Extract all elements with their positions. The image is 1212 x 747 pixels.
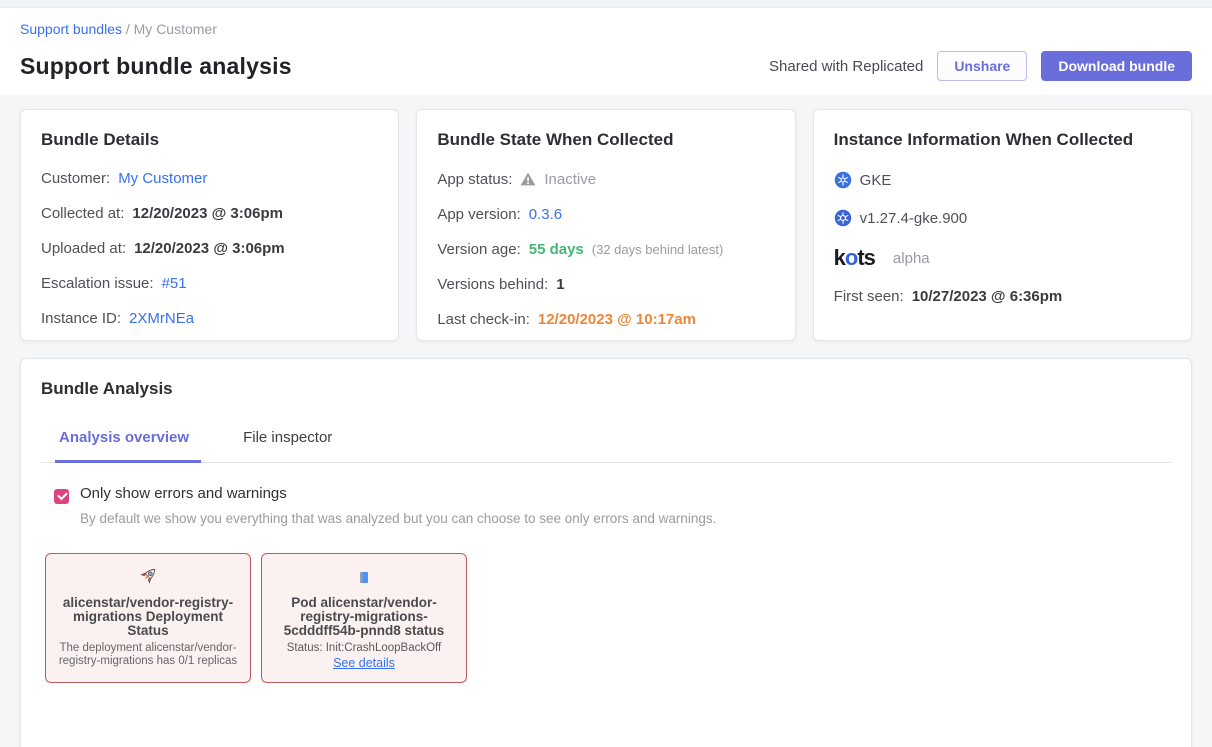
app-version-link[interactable]: 0.3.6 [529, 207, 562, 222]
version-age-value: 55 days [529, 242, 584, 257]
k8s-version-value: v1.27.4-gke.900 [860, 211, 968, 226]
bundle-state-card: Bundle State When Collected App status: … [416, 109, 795, 341]
bundle-analysis-title: Bundle Analysis [41, 379, 1171, 399]
app-status-row: App status: Inactive [437, 171, 774, 187]
top-strip [0, 0, 1212, 8]
result-status: Status: Init:CrashLoopBackOff [272, 642, 456, 654]
instance-id-label: Instance ID: [41, 311, 121, 326]
shared-status-text: Shared with Replicated [769, 58, 923, 75]
kots-logo: kots [834, 247, 875, 269]
version-age-label: Version age: [437, 242, 520, 257]
errors-warnings-checkbox[interactable] [54, 489, 69, 504]
result-card-pod-status[interactable]: Pod alicenstar/vendor-registry-migration… [261, 553, 467, 684]
instance-id-row: Instance ID: 2XMrNEa [41, 311, 378, 326]
first-seen-row: First seen: 10/27/2023 @ 6:36pm [834, 289, 1171, 304]
kubernetes-icon [834, 209, 852, 227]
analysis-results: alicenstar/vendor-registry-migrations De… [45, 553, 1171, 684]
k8s-version-row: v1.27.4-gke.900 [834, 209, 1171, 227]
kots-row: kots alpha [834, 247, 1171, 269]
kots-logo-o: o [845, 245, 857, 270]
collected-at-value: 12/20/2023 @ 3:06pm [132, 206, 283, 221]
last-checkin-label: Last check-in: [437, 312, 530, 327]
breadcrumb-support-bundles-link[interactable]: Support bundles [20, 21, 122, 37]
result-title: Pod alicenstar/vendor-registry-migration… [272, 596, 456, 639]
uploaded-at-row: Uploaded at: 12/20/2023 @ 3:06pm [41, 241, 378, 256]
collected-at-row: Collected at: 12/20/2023 @ 3:06pm [41, 206, 378, 221]
result-title: alicenstar/vendor-registry-migrations De… [56, 596, 240, 639]
customer-link[interactable]: My Customer [118, 171, 207, 186]
escalation-issue-link[interactable]: #51 [162, 276, 187, 291]
version-age-note: (32 days behind latest) [592, 243, 724, 256]
analysis-tabs: Analysis overview File inspector [41, 429, 1171, 463]
app-status-label: App status: [437, 172, 512, 187]
version-age-row: Version age: 55 days (32 days behind lat… [437, 242, 774, 257]
result-description: The deployment alicenstar/vendor-registr… [56, 642, 240, 668]
app-version-row: App version: 0.3.6 [437, 207, 774, 222]
versions-behind-row: Versions behind: 1 [437, 277, 774, 292]
kots-channel-label: alpha [893, 251, 930, 266]
versions-behind-value: 1 [556, 277, 564, 292]
instance-info-title: Instance Information When Collected [834, 130, 1171, 150]
instance-id-link[interactable]: 2XMrNEa [129, 311, 194, 326]
last-checkin-row: Last check-in: 12/20/2023 @ 10:17am [437, 312, 774, 327]
bundle-details-card: Bundle Details Customer: My Customer Col… [20, 109, 399, 341]
unshare-button[interactable]: Unshare [937, 51, 1027, 81]
tab-analysis-overview[interactable]: Analysis overview [55, 429, 201, 463]
tab-file-inspector[interactable]: File inspector [239, 429, 336, 462]
collected-at-label: Collected at: [41, 206, 124, 221]
breadcrumb-current: My Customer [134, 21, 217, 37]
customer-label: Customer: [41, 171, 110, 186]
first-seen-label: First seen: [834, 289, 904, 304]
result-card-deployment-status[interactable]: alicenstar/vendor-registry-migrations De… [45, 553, 251, 684]
distribution-row: GKE [834, 171, 1171, 189]
escalation-issue-row: Escalation issue: #51 [41, 276, 378, 291]
escalation-issue-label: Escalation issue: [41, 276, 154, 291]
app-version-label: App version: [437, 207, 520, 222]
first-seen-value: 10/27/2023 @ 6:36pm [912, 289, 1063, 304]
versions-behind-label: Versions behind: [437, 277, 548, 292]
customer-row: Customer: My Customer [41, 171, 378, 186]
download-bundle-button[interactable]: Download bundle [1041, 51, 1192, 81]
bundle-state-title: Bundle State When Collected [437, 130, 774, 150]
rocket-icon [138, 565, 159, 591]
app-status-value: Inactive [544, 172, 596, 187]
uploaded-at-value: 12/20/2023 @ 3:06pm [134, 241, 285, 256]
breadcrumb-separator: / [126, 21, 134, 37]
last-checkin-value: 12/20/2023 @ 10:17am [538, 312, 696, 327]
instance-info-card: Instance Information When Collected GKE [813, 109, 1192, 341]
see-details-link[interactable]: See details [333, 656, 395, 670]
bundle-analysis-card: Bundle Analysis Analysis overview File i… [20, 358, 1192, 747]
broken-image-icon [360, 572, 368, 583]
filter-description: By default we show you everything that w… [80, 511, 716, 526]
warning-icon [520, 171, 536, 187]
filter-label: Only show errors and warnings [80, 483, 716, 506]
distribution-value: GKE [860, 173, 892, 188]
page-header: Support bundles / My Customer Support bu… [0, 8, 1212, 95]
bundle-details-title: Bundle Details [41, 130, 378, 150]
filter-row: Only show errors and warnings By default… [54, 483, 1171, 526]
page-title: Support bundle analysis [20, 53, 292, 80]
uploaded-at-label: Uploaded at: [41, 241, 126, 256]
breadcrumb: Support bundles / My Customer [20, 21, 1192, 37]
gke-icon [834, 171, 852, 189]
